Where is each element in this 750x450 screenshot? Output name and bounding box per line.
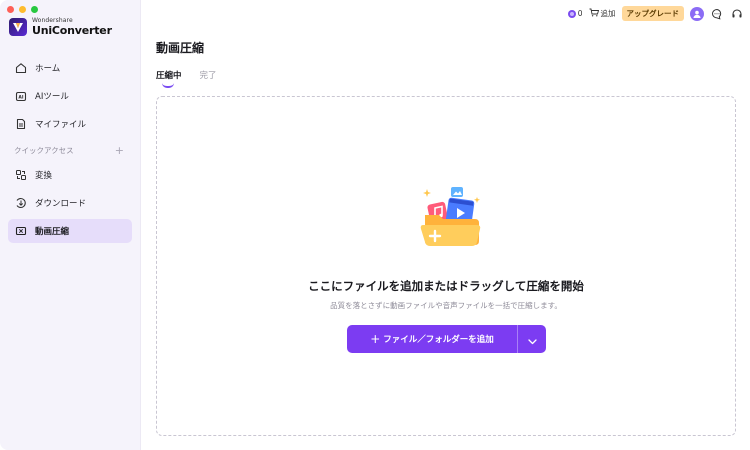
ai-tools-icon: AI (14, 89, 28, 103)
add-options-dropdown-button[interactable] (518, 325, 546, 353)
sidebar-item-my-files[interactable]: マイファイル (8, 112, 132, 136)
tab-completed[interactable]: 完了 (200, 69, 217, 81)
sidebar-item-download[interactable]: ダウンロード (8, 191, 132, 215)
brand: Wondershare UniConverter (9, 18, 112, 36)
sidebar-item-label: AIツール (35, 92, 69, 102)
sidebar-nav: ホーム AI AIツール マイファイル クイックアクセス + 変換 ダウンロード… (8, 56, 132, 247)
svg-text:AI: AI (18, 95, 23, 101)
sidebar-item-label: 変換 (35, 171, 53, 181)
compress-icon (14, 224, 28, 238)
chevron-down-icon (527, 330, 537, 349)
download-icon (14, 196, 28, 210)
close-window-button[interactable] (7, 6, 14, 13)
sidebar-item-home[interactable]: ホーム (8, 56, 132, 80)
sidebar-item-label: ダウンロード (35, 199, 87, 209)
quick-access-label: クイックアクセス (14, 146, 74, 155)
add-files-label: ファイル／フォルダーを追加 (383, 335, 494, 345)
add-files-folder-illustration-icon (413, 181, 487, 251)
home-icon (14, 61, 28, 75)
page-title: 動画圧縮 (156, 41, 205, 55)
sidebar-item-convert[interactable]: 変換 (8, 163, 132, 187)
app-window: Wondershare UniConverter ホーム AI AIツール マイ… (0, 0, 750, 450)
sidebar-item-label: マイファイル (35, 120, 87, 130)
add-files-button[interactable]: + ファイル／フォルダーを追加 (347, 325, 517, 353)
my-files-icon (14, 117, 28, 131)
brand-name: UniConverter (32, 24, 112, 37)
tab-compressing[interactable]: 圧縮中 (156, 69, 182, 88)
minimize-window-button[interactable] (19, 6, 26, 13)
uniconverter-logo-icon (9, 18, 27, 36)
quick-access-header: クイックアクセス + (8, 144, 132, 157)
window-controls (7, 6, 38, 13)
add-quick-access-icon[interactable]: + (115, 144, 124, 157)
sidebar-item-label: 動画圧縮 (35, 227, 70, 237)
file-drop-zone[interactable]: ここにファイルを追加またはドラッグして圧縮を開始 品質を落とさずに動画ファイルや… (156, 96, 736, 436)
zoom-window-button[interactable] (31, 6, 38, 13)
main-content: 動画圧縮 圧縮中 完了 ここにファイルを追加またはドラッグして圧縮を開始 品質を… (141, 0, 750, 450)
sidebar-item-ai-tools[interactable]: AI AIツール (8, 84, 132, 108)
sidebar: Wondershare UniConverter ホーム AI AIツール マイ… (0, 0, 141, 450)
sidebar-item-label: ホーム (35, 64, 61, 74)
drop-zone-title: ここにファイルを追加またはドラッグして圧縮を開始 (308, 279, 584, 293)
drop-zone-subtitle: 品質を落とさずに動画ファイルや音声ファイルを一括で圧縮します。 (330, 301, 562, 310)
add-files-button-group: + ファイル／フォルダーを追加 (347, 325, 546, 353)
sidebar-item-compress[interactable]: 動画圧縮 (8, 219, 132, 243)
tab-bar: 圧縮中 完了 (156, 69, 217, 88)
plus-icon: + (370, 332, 381, 346)
convert-icon (14, 168, 28, 182)
